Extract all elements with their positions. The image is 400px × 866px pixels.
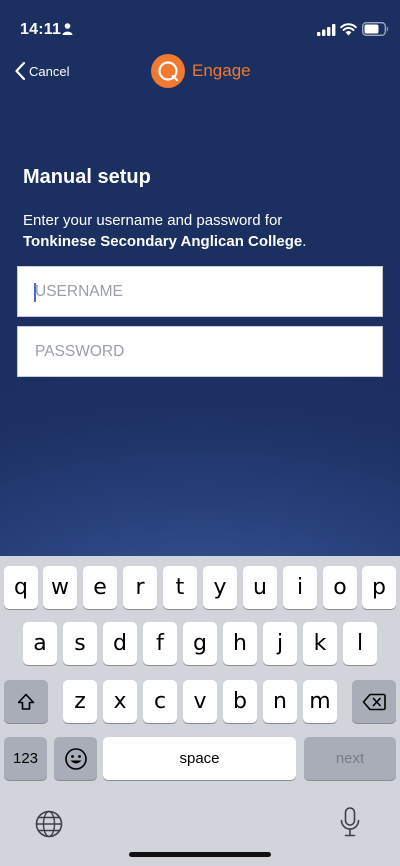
status-time: 14:11 [20,21,62,38]
instructions-suffix: . [302,233,307,250]
backspace-key[interactable] [352,680,396,723]
shift-icon [17,693,35,710]
key-q[interactable]: q [4,566,38,609]
key-z[interactable]: z [63,680,97,723]
key-y[interactable]: y [203,566,237,609]
key-s[interactable]: s [63,622,97,665]
home-indicator[interactable] [129,852,271,857]
key-k[interactable]: k [303,622,337,665]
username-field-container [17,266,383,317]
key-m[interactable]: m [303,680,337,723]
app-screen: 14:11 Cancel Engage Manual setup Enter y… [0,0,400,556]
emoji-icon [64,747,87,770]
key-x[interactable]: x [103,680,137,723]
password-input[interactable] [18,327,382,376]
brand-name: Engage [192,61,251,80]
onscreen-keyboard: q w e r t y u i o p a s d f g h j k l z … [0,556,400,866]
next-key[interactable]: next [304,737,396,780]
navigation-bar: Cancel Engage [0,52,400,90]
school-name: Tonkinese Secondary Anglican College [23,233,303,250]
shift-key[interactable] [4,680,48,723]
instructions-text: Enter your username and password for Tonk… [23,210,383,252]
key-n[interactable]: n [263,680,297,723]
text-cursor [34,283,36,302]
password-field-container [17,326,383,377]
key-p[interactable]: p [362,566,396,609]
key-i[interactable]: i [283,566,317,609]
key-c[interactable]: c [143,680,177,723]
page-title: Manual setup [23,166,151,188]
wifi-icon [340,23,357,36]
cancel-button[interactable]: Cancel [14,60,69,82]
key-u[interactable]: u [243,566,277,609]
username-input[interactable] [18,267,382,316]
key-t[interactable]: t [163,566,197,609]
key-o[interactable]: o [323,566,357,609]
engage-logo-icon [151,54,185,88]
cellular-signal-icon [317,24,336,36]
emoji-key[interactable] [54,737,97,780]
key-a[interactable]: a [23,622,57,665]
key-j[interactable]: j [263,622,297,665]
space-key[interactable]: space [103,737,296,780]
key-l[interactable]: l [343,622,377,665]
key-b[interactable]: b [223,680,257,723]
globe-icon[interactable] [34,809,64,839]
status-bar: 14:11 [0,0,400,56]
person-icon [62,23,73,35]
microphone-icon[interactable] [339,806,361,840]
chevron-left-icon [15,61,26,81]
key-w[interactable]: w [43,566,77,609]
numbers-key[interactable]: 123 [4,737,47,780]
cancel-label: Cancel [29,63,70,79]
backspace-icon [362,693,386,710]
battery-icon [362,22,388,36]
key-g[interactable]: g [183,622,217,665]
key-f[interactable]: f [143,622,177,665]
key-h[interactable]: h [223,622,257,665]
brand: Engage [151,53,251,89]
key-r[interactable]: r [123,566,157,609]
instructions-prefix: Enter your username and password for [23,212,283,229]
key-v[interactable]: v [183,680,217,723]
key-d[interactable]: d [103,622,137,665]
key-e[interactable]: e [83,566,117,609]
